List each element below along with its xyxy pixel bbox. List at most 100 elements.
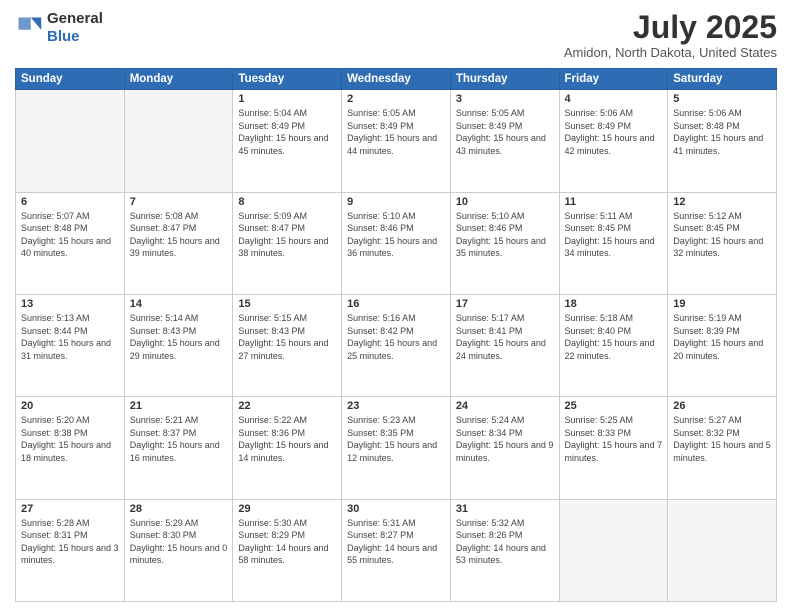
header: General Blue July 2025 Amidon, North Dak… [15,10,777,60]
calendar-cell: 20Sunrise: 5:20 AMSunset: 8:38 PMDayligh… [16,397,125,499]
day-info: Sunrise: 5:20 AMSunset: 8:38 PMDaylight:… [21,414,119,464]
day-header-friday: Friday [559,69,668,90]
day-number: 30 [347,503,445,515]
day-number: 7 [130,196,228,208]
calendar-cell: 2 Sunrise: 5:05 AMSunset: 8:49 PMDaylight… [342,90,451,192]
calendar-cell: 13 Sunrise: 5:13 AMSunset: 8:44 PMDayligh… [16,294,125,396]
day-info: Sunrise: 5:23 AMSunset: 8:35 PMDaylight:… [347,414,445,464]
day-number: 14 [130,298,228,310]
calendar-cell: 30 Sunrise: 5:31 AMSunset: 8:27 PMDayligh… [342,499,451,601]
day-info: Sunrise: 5:08 AMSunset: 8:47 PMDaylight:… [130,210,228,260]
day-info: Sunrise: 5:07 AMSunset: 8:48 PMDaylight:… [21,210,119,260]
day-info: Sunrise: 5:16 AMSunset: 8:42 PMDaylight:… [347,312,445,362]
calendar-cell [668,499,777,601]
day-info: Sunrise: 5:10 AMSunset: 8:46 PMDaylight:… [456,210,554,260]
day-number: 27 [21,503,119,515]
day-header-tuesday: Tuesday [233,69,342,90]
day-info: Sunrise: 5:22 AMSunset: 8:36 PMDaylight:… [238,414,336,464]
day-info: Sunrise: 5:13 AMSunset: 8:44 PMDaylight:… [21,312,119,362]
day-info: Sunrise: 5:05 AMSunset: 8:49 PMDaylight:… [347,107,445,157]
day-number: 9 [347,196,445,208]
day-number: 2 [347,93,445,105]
logo-general: General [47,10,103,27]
day-number: 21 [130,400,228,412]
day-number: 4 [565,93,663,105]
day-info: Sunrise: 5:19 AMSunset: 8:39 PMDaylight:… [673,312,771,362]
calendar-cell: 9 Sunrise: 5:10 AMSunset: 8:46 PMDaylight… [342,192,451,294]
calendar-cell: 15Sunrise: 5:15 AMSunset: 8:43 PMDayligh… [233,294,342,396]
day-number: 24 [456,400,554,412]
day-number: 12 [673,196,771,208]
day-number: 25 [565,400,663,412]
day-info: Sunrise: 5:18 AMSunset: 8:40 PMDaylight:… [565,312,663,362]
day-info: Sunrise: 5:29 AMSunset: 8:30 PMDaylight:… [130,517,228,567]
day-number: 28 [130,503,228,515]
day-number: 19 [673,298,771,310]
day-info: Sunrise: 5:21 AMSunset: 8:37 PMDaylight:… [130,414,228,464]
day-info: Sunrise: 5:24 AMSunset: 8:34 PMDaylight:… [456,414,554,464]
logo-blue: Blue [47,28,80,45]
day-number: 13 [21,298,119,310]
calendar-cell: 22 Sunrise: 5:22 AMSunset: 8:36 PMDayligh… [233,397,342,499]
calendar-cell: 31Sunrise: 5:32 AMSunset: 8:26 PMDayligh… [450,499,559,601]
day-info: Sunrise: 5:30 AMSunset: 8:29 PMDaylight:… [238,517,336,567]
calendar-cell: 4 Sunrise: 5:06 AMSunset: 8:49 PMDaylight… [559,90,668,192]
day-info: Sunrise: 5:06 AMSunset: 8:48 PMDaylight:… [673,107,771,157]
calendar-cell: 16Sunrise: 5:16 AMSunset: 8:42 PMDayligh… [342,294,451,396]
day-number: 5 [673,93,771,105]
page: General Blue July 2025 Amidon, North Dak… [0,0,792,612]
day-number: 23 [347,400,445,412]
day-header-monday: Monday [124,69,233,90]
day-info: Sunrise: 5:12 AMSunset: 8:45 PMDaylight:… [673,210,771,260]
calendar-cell: 14 Sunrise: 5:14 AMSunset: 8:43 PMDayligh… [124,294,233,396]
day-info: Sunrise: 5:17 AMSunset: 8:41 PMDaylight:… [456,312,554,362]
calendar-cell: 18Sunrise: 5:18 AMSunset: 8:40 PMDayligh… [559,294,668,396]
calendar-cell: 8 Sunrise: 5:09 AMSunset: 8:47 PMDaylight… [233,192,342,294]
calendar-cell: 23 Sunrise: 5:23 AMSunset: 8:35 PMDayligh… [342,397,451,499]
calendar-cell [559,499,668,601]
calendar-cell: 6 Sunrise: 5:07 AMSunset: 8:48 PMDaylight… [16,192,125,294]
day-info: Sunrise: 5:11 AMSunset: 8:45 PMDaylight:… [565,210,663,260]
title-block: July 2025 Amidon, North Dakota, United S… [564,10,777,60]
day-number: 6 [21,196,119,208]
calendar-week-1: 1Sunrise: 5:04 AMSunset: 8:49 PMDaylight… [16,90,777,192]
day-number: 10 [456,196,554,208]
day-info: Sunrise: 5:09 AMSunset: 8:47 PMDaylight:… [238,210,336,260]
calendar-week-4: 20Sunrise: 5:20 AMSunset: 8:38 PMDayligh… [16,397,777,499]
logo-icon [15,14,43,42]
month-year: July 2025 [564,10,777,45]
day-number: 15 [238,298,336,310]
day-info: Sunrise: 5:06 AMSunset: 8:49 PMDaylight:… [565,107,663,157]
calendar-cell: 17 Sunrise: 5:17 AMSunset: 8:41 PMDayligh… [450,294,559,396]
calendar-cell: 7 Sunrise: 5:08 AMSunset: 8:47 PMDaylight… [124,192,233,294]
calendar-cell: 3 Sunrise: 5:05 AMSunset: 8:49 PMDaylight… [450,90,559,192]
day-number: 8 [238,196,336,208]
day-info: Sunrise: 5:14 AMSunset: 8:43 PMDaylight:… [130,312,228,362]
logo: General Blue [15,10,103,46]
calendar-cell [124,90,233,192]
day-number: 11 [565,196,663,208]
day-number: 3 [456,93,554,105]
calendar-cell: 21 Sunrise: 5:21 AMSunset: 8:37 PMDayligh… [124,397,233,499]
day-number: 22 [238,400,336,412]
calendar-cell [16,90,125,192]
day-number: 26 [673,400,771,412]
day-number: 17 [456,298,554,310]
day-info: Sunrise: 5:31 AMSunset: 8:27 PMDaylight:… [347,517,445,567]
day-number: 29 [238,503,336,515]
calendar-cell: 28 Sunrise: 5:29 AMSunset: 8:30 PMDayligh… [124,499,233,601]
day-info: Sunrise: 5:25 AMSunset: 8:33 PMDaylight:… [565,414,663,464]
calendar-table: SundayMondayTuesdayWednesdayThursdayFrid… [15,68,777,602]
day-info: Sunrise: 5:04 AMSunset: 8:49 PMDaylight:… [238,107,336,157]
calendar-cell: 12 Sunrise: 5:12 AMSunset: 8:45 PMDayligh… [668,192,777,294]
calendar-header-row: SundayMondayTuesdayWednesdayThursdayFrid… [16,69,777,90]
day-info: Sunrise: 5:05 AMSunset: 8:49 PMDaylight:… [456,107,554,157]
day-number: 31 [456,503,554,515]
day-header-sunday: Sunday [16,69,125,90]
location: Amidon, North Dakota, United States [564,45,777,60]
calendar-cell: 1Sunrise: 5:04 AMSunset: 8:49 PMDaylight… [233,90,342,192]
calendar-week-2: 6 Sunrise: 5:07 AMSunset: 8:48 PMDaylight… [16,192,777,294]
day-info: Sunrise: 5:10 AMSunset: 8:46 PMDaylight:… [347,210,445,260]
calendar-cell: 29 Sunrise: 5:30 AMSunset: 8:29 PMDayligh… [233,499,342,601]
calendar-week-3: 13 Sunrise: 5:13 AMSunset: 8:44 PMDayligh… [16,294,777,396]
